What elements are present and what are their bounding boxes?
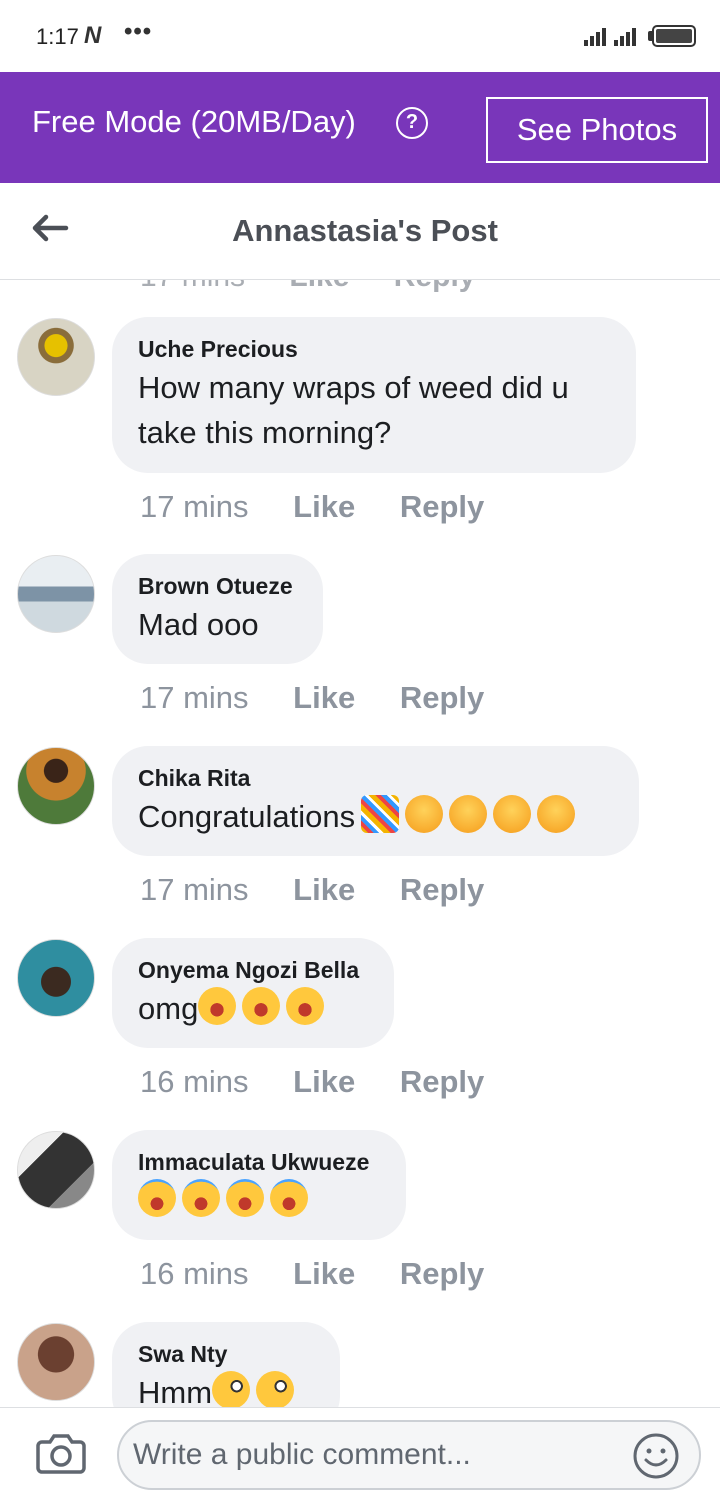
like-button[interactable]: Like: [293, 872, 355, 907]
comment-time: 17 mins: [140, 680, 249, 715]
comment-text-line: How many wraps of weed did u: [138, 370, 569, 405]
comment-bubble[interactable]: Swa Nty Hmm: [112, 1322, 340, 1407]
like-button[interactable]: Like: [289, 280, 349, 293]
tears-of-joy-face-icon: [182, 1179, 220, 1217]
avatar[interactable]: [17, 318, 95, 396]
free-mode-bar: Free Mode (20MB/Day) ? See Photos: [0, 72, 720, 183]
tears-of-joy-face-icon: [270, 1179, 308, 1217]
comment-meta: 16 mins Like Reply: [140, 1256, 520, 1292]
comment-time: 16 mins: [140, 1256, 249, 1291]
see-photos-button[interactable]: See Photos: [486, 97, 708, 163]
comment-bubble[interactable]: Onyema Ngozi Bella omg: [112, 938, 394, 1048]
like-button[interactable]: Like: [293, 1064, 355, 1099]
comment-bubble[interactable]: Immaculata Ukwueze: [112, 1130, 406, 1240]
smiling-face-icon: [493, 795, 532, 833]
comment-input[interactable]: [117, 1420, 701, 1490]
comment-bubble[interactable]: Chika Rita Congratulations: [112, 746, 639, 856]
signal-icon: [584, 28, 606, 46]
avatar[interactable]: [17, 747, 95, 825]
free-mode-label: Free Mode (20MB/Day): [32, 104, 356, 139]
status-time: 1:17: [36, 24, 79, 49]
comment-text: omg: [138, 986, 368, 1031]
monocle-face-icon: [212, 1371, 251, 1407]
camera-icon[interactable]: [36, 1432, 86, 1474]
comment-time: 16 mins: [140, 1064, 249, 1099]
comment-text-span: Congratulations: [138, 799, 356, 834]
comment-meta: 17 mins Like Reply: [140, 489, 520, 525]
comment-text: Congratulations: [138, 794, 613, 839]
comment-text-span: omg: [138, 991, 199, 1026]
more-notifications-icon: •••: [124, 18, 153, 45]
comment-composer: [0, 1407, 720, 1500]
smiling-face-icon: [405, 795, 444, 833]
rolling-laughing-face-icon: [198, 987, 237, 1025]
rolling-laughing-face-icon: [286, 987, 325, 1025]
previous-comment-meta: 17 mins Like Reply: [140, 280, 511, 294]
avatar[interactable]: [17, 555, 95, 633]
tears-of-joy-face-icon: [138, 1179, 176, 1217]
reply-button[interactable]: Reply: [400, 1256, 484, 1291]
avatar[interactable]: [17, 1323, 95, 1401]
smiling-face-icon: [449, 795, 488, 833]
commenter-name[interactable]: Uche Precious: [138, 335, 610, 363]
post-header: Annastasia's Post: [0, 183, 720, 280]
avatar[interactable]: [17, 939, 95, 1017]
reply-button[interactable]: Reply: [400, 1064, 484, 1099]
comment-meta: 17 mins Like Reply: [140, 680, 520, 716]
rolling-laughing-face-icon: [242, 987, 281, 1025]
signal-icon-2: [614, 28, 636, 46]
comment-text: How many wraps of weed did u take this m…: [138, 365, 610, 455]
comment-time: 17 mins: [140, 489, 249, 524]
commenter-name[interactable]: Immaculata Ukwueze: [138, 1148, 380, 1176]
tears-of-joy-face-icon: [226, 1179, 264, 1217]
comment-time: 17 mins: [140, 872, 249, 907]
comment-text: [138, 1178, 380, 1223]
commenter-name[interactable]: Brown Otueze: [138, 572, 297, 600]
reply-button[interactable]: Reply: [400, 872, 484, 907]
status-bar: 1:17 N •••: [0, 0, 720, 72]
comment-meta: 17 mins Like Reply: [140, 872, 520, 908]
emoji-smile-icon[interactable]: [632, 1432, 680, 1480]
help-icon[interactable]: ?: [396, 107, 428, 139]
comment-bubble[interactable]: Uche Precious How many wraps of weed did…: [112, 317, 636, 473]
comment-text: Hmm: [138, 1370, 314, 1407]
comment-text-span: Hmm: [138, 1375, 213, 1407]
comment-time: 17 mins: [140, 280, 245, 293]
comment-meta: 16 mins Like Reply: [140, 1064, 520, 1100]
reply-button[interactable]: Reply: [394, 280, 476, 293]
comments-feed[interactable]: 17 mins Like Reply Uche Precious How man…: [0, 280, 720, 1407]
comment-text-line: take this morning?: [138, 415, 392, 450]
commenter-name[interactable]: Swa Nty: [138, 1340, 314, 1368]
comment-bubble[interactable]: Brown Otueze Mad ooo: [112, 554, 323, 664]
smiling-face-icon: [537, 795, 576, 833]
reply-button[interactable]: Reply: [400, 680, 484, 715]
page-title: Annastasia's Post: [232, 213, 498, 248]
like-button[interactable]: Like: [293, 680, 355, 715]
reply-button[interactable]: Reply: [400, 489, 484, 524]
party-popper-icon: [361, 795, 400, 833]
battery-icon: [652, 25, 696, 47]
commenter-name[interactable]: Chika Rita: [138, 764, 613, 792]
monocle-face-icon: [256, 1371, 295, 1407]
notification-n-icon: N: [84, 22, 102, 49]
commenter-name[interactable]: Onyema Ngozi Bella: [138, 956, 368, 984]
avatar[interactable]: [17, 1131, 95, 1209]
like-button[interactable]: Like: [293, 489, 355, 524]
comment-text: Mad ooo: [138, 607, 259, 642]
like-button[interactable]: Like: [293, 1256, 355, 1291]
